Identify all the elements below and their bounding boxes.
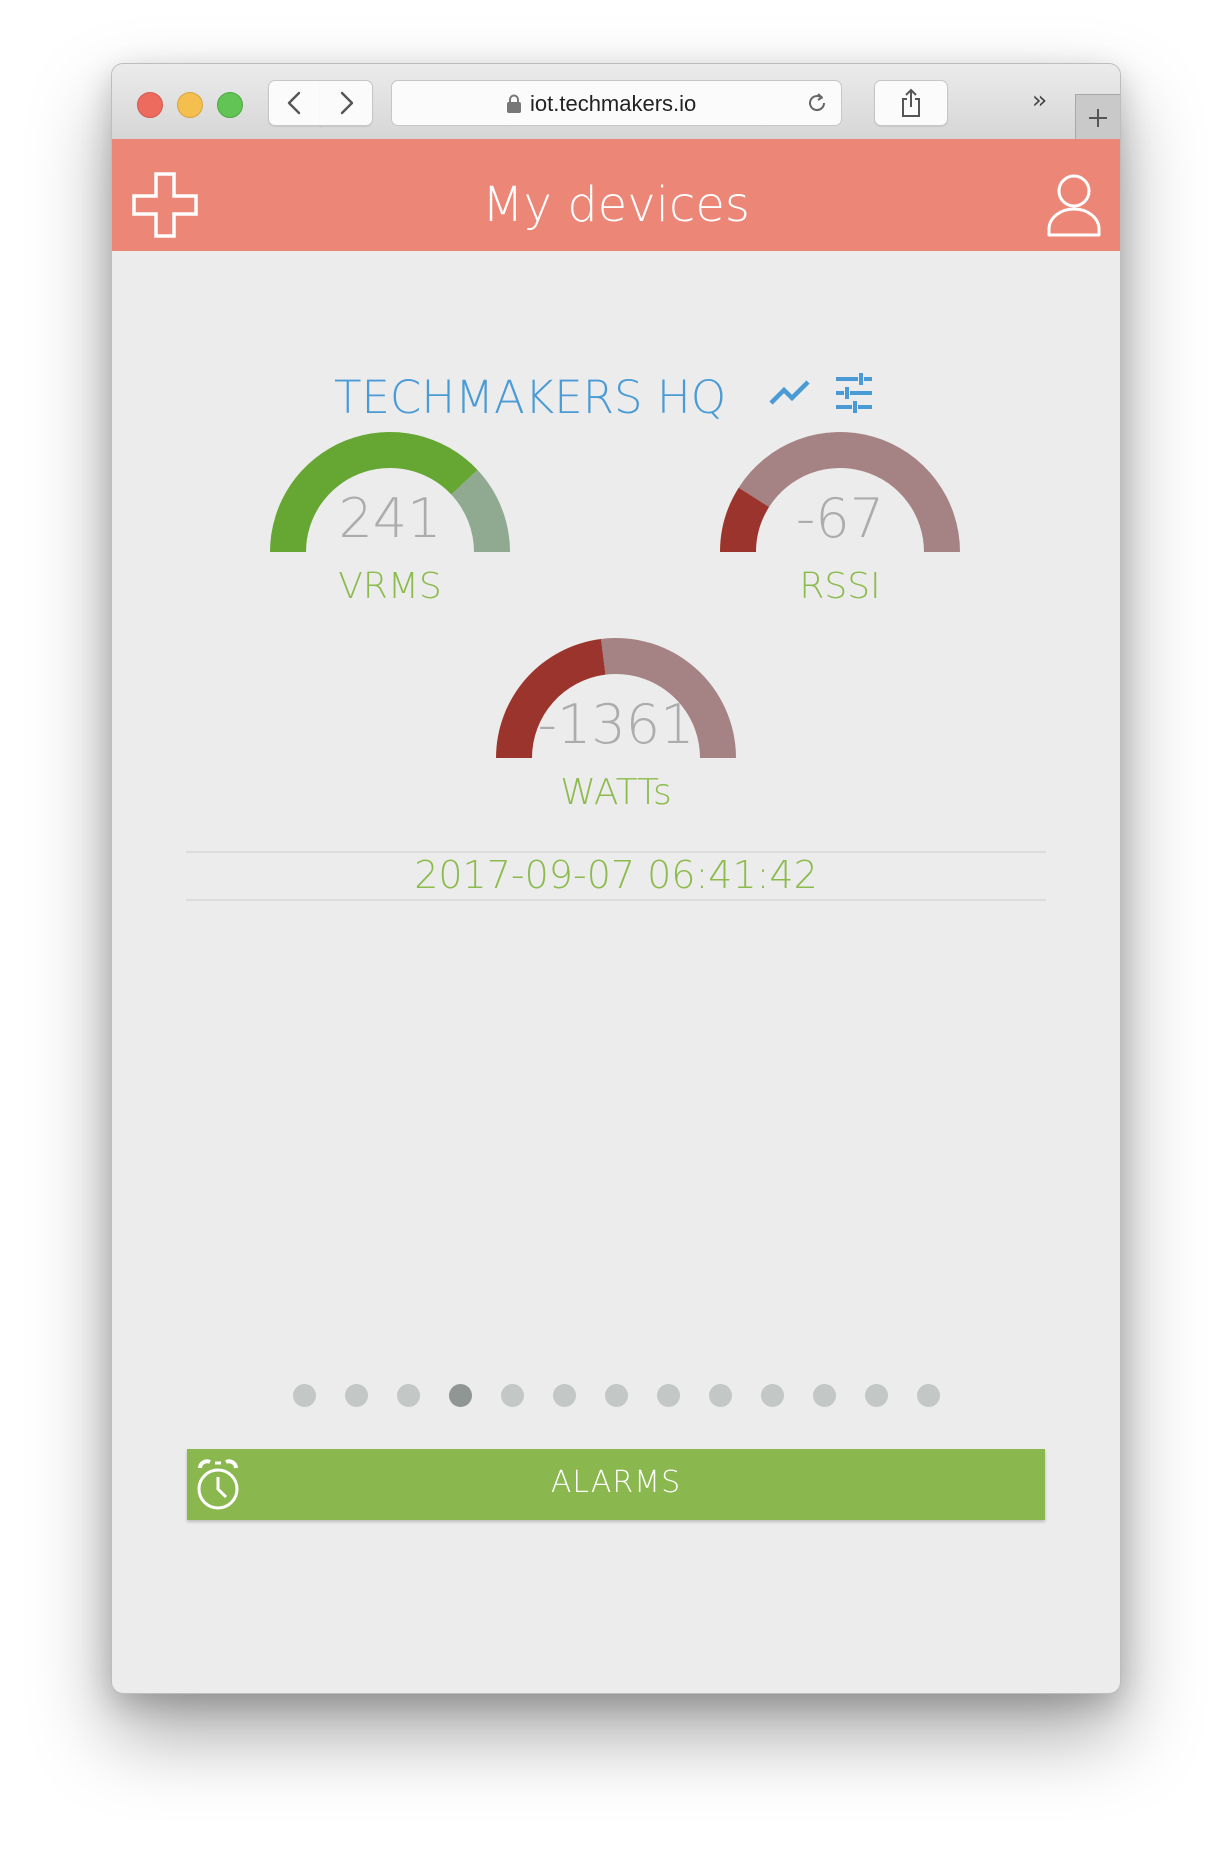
gauge-rssi: -67 RSSI: [700, 414, 980, 614]
pagination-dot[interactable]: [553, 1384, 576, 1407]
new-tab-button[interactable]: [1075, 94, 1120, 140]
user-icon[interactable]: [1046, 173, 1102, 237]
pagination-dot[interactable]: [917, 1384, 940, 1407]
address-bar[interactable]: iot.techmakers.io: [391, 80, 842, 126]
lock-icon: [507, 94, 521, 113]
forward-arrow-icon: [340, 91, 354, 115]
back-button[interactable]: [268, 80, 322, 126]
zoom-window-button[interactable]: [217, 92, 243, 118]
new-tab-icon: [1089, 108, 1107, 127]
share-button[interactable]: [874, 80, 948, 126]
pagination-dot[interactable]: [761, 1384, 784, 1407]
pagination-dot[interactable]: [605, 1384, 628, 1407]
gauge-value: 241: [338, 487, 442, 550]
gauge-value: -67: [795, 487, 885, 550]
app-header: My devices: [112, 139, 1120, 251]
forward-button[interactable]: [320, 80, 373, 126]
pagination-dots: [112, 1384, 1120, 1408]
page-title: My devices: [482, 177, 750, 233]
pagination-dot[interactable]: [657, 1384, 680, 1407]
gauge-label: VRMS: [338, 566, 442, 607]
gauge-value: -1361: [537, 693, 695, 756]
pagination-dot[interactable]: [813, 1384, 836, 1407]
pagination-dot[interactable]: [293, 1384, 316, 1407]
minimize-window-button[interactable]: [177, 92, 203, 118]
gauge-watts: -1361 WATTs: [476, 620, 756, 820]
pagination-dot[interactable]: [449, 1384, 472, 1407]
timestamp-bar: 2017-09-07 06:41:42: [186, 851, 1046, 901]
reload-icon[interactable]: [805, 91, 829, 115]
alarms-button[interactable]: ALARMS: [187, 1449, 1045, 1520]
pagination-dot[interactable]: [397, 1384, 420, 1407]
gauge-label: WATTs: [560, 772, 672, 813]
last-updated-timestamp: 2017-09-07 06:41:42: [414, 853, 818, 897]
settings-sliders-icon[interactable]: [834, 373, 874, 413]
share-icon: [902, 88, 920, 117]
close-window-button[interactable]: [137, 92, 163, 118]
browser-toolbar: iot.techmakers.io ››: [112, 64, 1120, 140]
url-text: iot.techmakers.io: [530, 91, 697, 116]
back-arrow-icon: [287, 91, 301, 115]
gauge-label: RSSI: [799, 566, 881, 607]
chevrons-icon[interactable]: ››: [1032, 86, 1047, 114]
gauge-vrms: 241 VRMS: [250, 414, 530, 614]
pagination-dot[interactable]: [501, 1384, 524, 1407]
browser-window: iot.techmakers.io ›› My devices TECHMAKE…: [111, 63, 1121, 1694]
pagination-dot[interactable]: [865, 1384, 888, 1407]
trending-up-icon[interactable]: [768, 377, 812, 407]
alarms-label: ALARMS: [550, 1465, 682, 1500]
pagination-dot[interactable]: [709, 1384, 732, 1407]
pagination-dot[interactable]: [345, 1384, 368, 1407]
